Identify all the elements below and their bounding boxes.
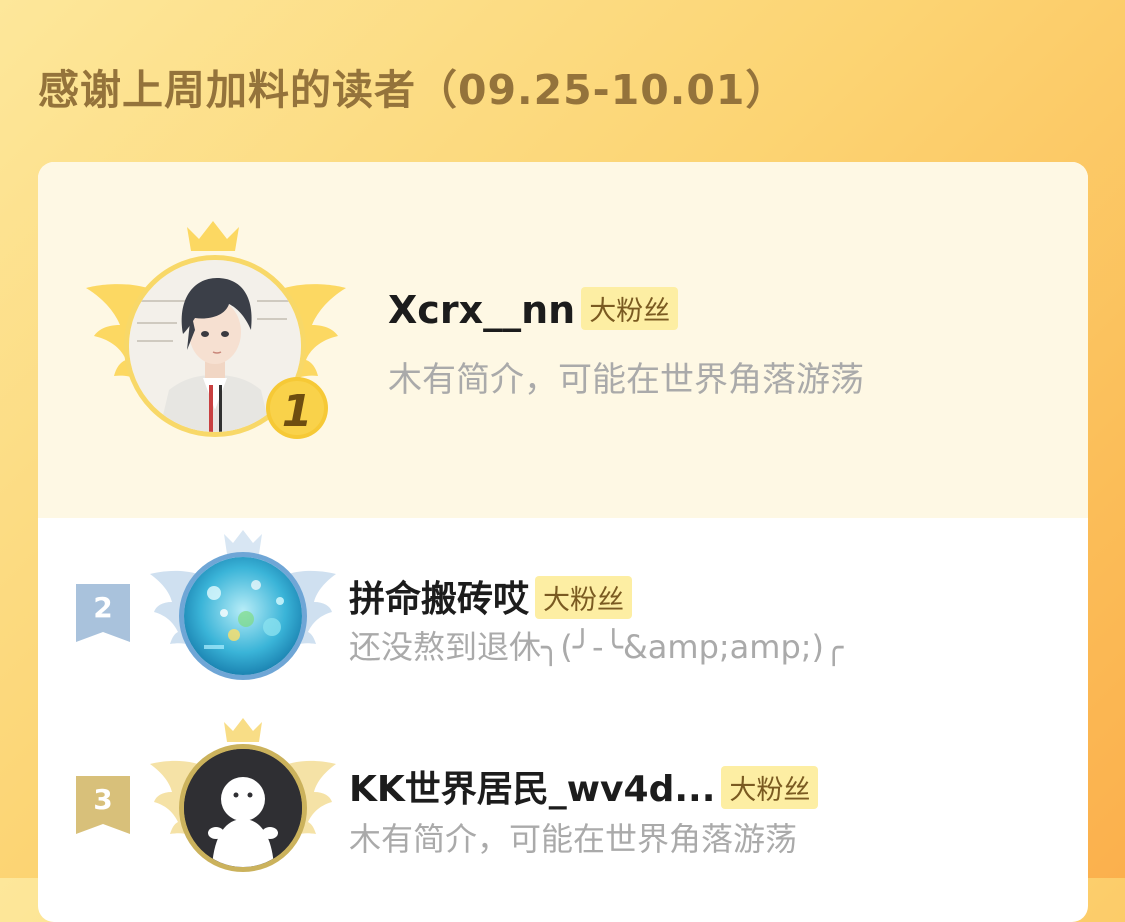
- reader-ranking-panel: 1 Xcrx__nn 大粉丝 木有简介，可能在世界角落游荡 2 拼命搬砖哎 大粉…: [38, 162, 1088, 922]
- reader-name[interactable]: 拼命搬砖哎 大粉丝: [349, 570, 633, 623]
- crown-icon: [187, 221, 239, 251]
- reader-name-text[interactable]: Xcrx__nn: [388, 288, 575, 332]
- rank-number: 3: [93, 783, 113, 816]
- rank-1-card[interactable]: 1 Xcrx__nn 大粉丝 木有简介，可能在世界角落游荡: [38, 162, 1088, 518]
- fan-level-badge: 大粉丝: [721, 765, 819, 809]
- avatar[interactable]: [179, 744, 307, 872]
- avatar-crystal-image: [184, 557, 302, 675]
- reader-name[interactable]: Xcrx__nn 大粉丝: [388, 287, 679, 334]
- rank-2-row[interactable]: 2 拼命搬砖哎 大粉丝 还没熬到退休╮(╯-╰&amp;amp;)╭: [38, 518, 1088, 698]
- fan-level-badge: 大粉丝: [535, 575, 633, 619]
- reader-name-text[interactable]: 拼命搬砖哎: [349, 579, 529, 620]
- fan-level-badge: 大粉丝: [581, 287, 679, 330]
- rank-number: 2: [93, 591, 113, 624]
- rank-1-medal-icon: 1: [266, 377, 328, 439]
- reader-bio: 木有简介，可能在世界角落游荡: [388, 360, 864, 400]
- rank-3-row[interactable]: 3 KK世界居民_wv4d... 大粉丝 木有简介，可能在世界角落游荡: [38, 712, 1088, 892]
- reader-name[interactable]: KK世界居民_wv4d... 大粉丝: [349, 760, 819, 813]
- bronze-crown-icon: [224, 718, 262, 742]
- default-avatar-image: [184, 749, 302, 867]
- reader-bio: 还没熬到退休╮(╯-╰&amp;amp;)╭: [349, 628, 844, 666]
- avatar[interactable]: [179, 552, 307, 680]
- reader-bio: 木有简介，可能在世界角落游荡: [349, 820, 798, 858]
- reader-name-text[interactable]: KK世界居民_wv4d...: [349, 769, 715, 810]
- page-title: 感谢上周加料的读者（09.25-10.01）: [38, 66, 788, 114]
- svg-text:1: 1: [282, 386, 313, 437]
